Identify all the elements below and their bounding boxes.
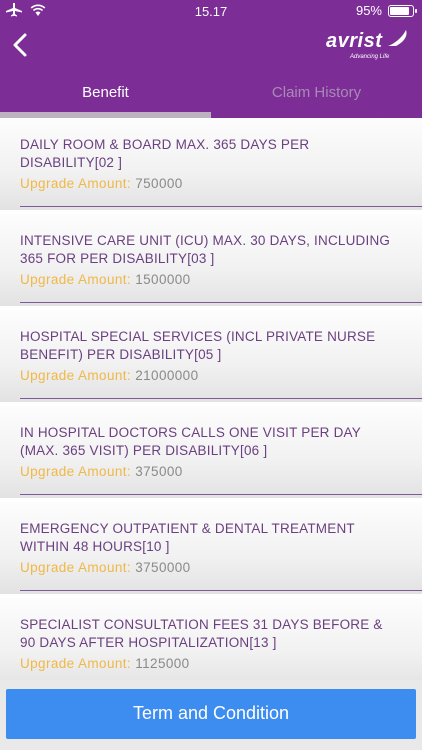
app-header: avrist Advancing Life: [0, 22, 422, 70]
benefit-title: IN HOSPITAL DOCTORS CALLS ONE VISIT PER …: [20, 425, 361, 458]
upgrade-amount-label: Upgrade Amount:: [20, 656, 132, 671]
benefit-title: SPECIALIST CONSULTATION FEES 31 DAYS BEF…: [20, 617, 383, 650]
upgrade-amount: Upgrade Amount: 1500000: [20, 272, 191, 287]
benefit-title: HOSPITAL SPECIAL SERVICES (INCL PRIVATE …: [20, 329, 376, 362]
upgrade-amount-value: 21000000: [135, 368, 199, 383]
logo-swoosh-icon: [388, 30, 407, 46]
battery-percent: 95%: [355, 3, 382, 18]
benefit-title: DAILY ROOM & BOARD MAX. 365 DAYS PER DIS…: [20, 137, 310, 170]
upgrade-amount-label: Upgrade Amount:: [20, 272, 132, 287]
upgrade-amount: Upgrade Amount: 3750000: [20, 560, 191, 575]
upgrade-amount: Upgrade Amount: 1125000: [20, 656, 190, 671]
upgrade-amount: Upgrade Amount: 375000: [20, 464, 183, 479]
benefit-item[interactable]: SPECIALIST CONSULTATION FEES 31 DAYS BEF…: [0, 598, 422, 690]
status-bar: 15.17 95%: [0, 0, 422, 22]
upgrade-amount-label: Upgrade Amount:: [20, 464, 132, 479]
tab-bar: Benefit Claim History: [0, 70, 422, 118]
back-chevron-icon[interactable]: [10, 32, 30, 58]
upgrade-amount-value: 750000: [135, 176, 183, 191]
item-divider: [20, 398, 422, 399]
benefit-item[interactable]: IN HOSPITAL DOCTORS CALLS ONE VISIT PER …: [0, 406, 422, 498]
upgrade-amount-label: Upgrade Amount:: [20, 176, 132, 191]
upgrade-amount-label: Upgrade Amount:: [20, 368, 132, 383]
logo-tagline: Advancing Life: [350, 54, 390, 60]
upgrade-amount-label: Upgrade Amount:: [20, 560, 132, 575]
benefit-title: INTENSIVE CARE UNIT (ICU) MAX. 30 DAYS, …: [20, 233, 391, 266]
item-divider: [20, 590, 422, 591]
benefit-item[interactable]: INTENSIVE CARE UNIT (ICU) MAX. 30 DAYS, …: [0, 214, 422, 306]
upgrade-amount-value: 1500000: [135, 272, 191, 287]
benefit-item[interactable]: EMERGENCY OUTPATIENT & DENTAL TREATMENT …: [0, 502, 422, 594]
upgrade-amount: Upgrade Amount: 750000: [20, 176, 183, 191]
tab-benefit[interactable]: Benefit: [0, 70, 211, 118]
upgrade-amount-value: 3750000: [135, 560, 191, 575]
benefit-item[interactable]: DAILY ROOM & BOARD MAX. 365 DAYS PER DIS…: [0, 118, 422, 210]
benefit-title: EMERGENCY OUTPATIENT & DENTAL TREATMENT …: [20, 521, 355, 554]
avrist-logo: avrist Advancing Life: [326, 28, 410, 64]
benefit-item[interactable]: HOSPITAL SPECIAL SERVICES (INCL PRIVATE …: [0, 310, 422, 402]
battery-icon: [388, 4, 417, 17]
logo-wordmark: avrist: [326, 30, 383, 52]
tab-claim-history[interactable]: Claim History: [211, 70, 422, 118]
upgrade-amount-value: 375000: [135, 464, 183, 479]
upgrade-amount-value: 1125000: [135, 656, 190, 671]
term-and-condition-button[interactable]: Term and Condition: [6, 689, 416, 739]
item-divider: [20, 206, 422, 207]
upgrade-amount: Upgrade Amount: 21000000: [20, 368, 199, 383]
item-divider: [20, 494, 422, 495]
item-divider: [20, 302, 422, 303]
